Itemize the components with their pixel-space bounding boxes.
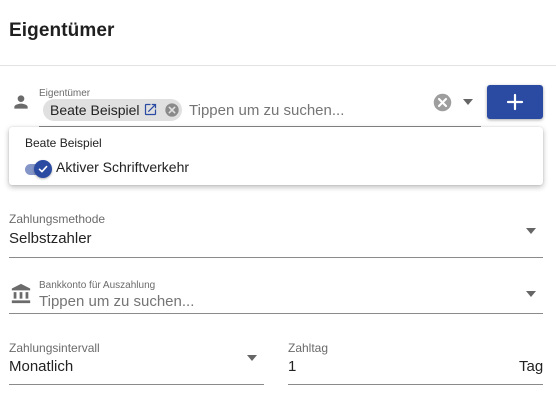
bank-account-label: Bankkonto für Auszahlung [39, 280, 156, 291]
payment-method-select[interactable]: Selbstzahler [9, 230, 92, 247]
owner-section: Eigentümer Eigentümer Beate Beispiel Bea… [0, 0, 556, 400]
owner-search-input[interactable] [189, 100, 419, 120]
add-owner-button[interactable] [487, 85, 543, 119]
payment-day-input[interactable]: 1 [288, 358, 296, 375]
payment-method-label: Zahlungsmethode [9, 212, 106, 226]
payment-interval-underline [9, 384, 264, 385]
payment-method-underline [9, 257, 543, 258]
dropdown-header: Beate Beispiel [25, 136, 102, 150]
page-title: Eigentümer [9, 20, 115, 41]
payment-day-suffix: Tag [519, 358, 544, 375]
payment-interval-label: Zahlungsintervall [9, 341, 100, 355]
dropdown-arrow-icon[interactable] [524, 289, 538, 299]
bank-account-search-input[interactable] [39, 291, 509, 311]
bank-icon [11, 283, 31, 304]
open-in-new-icon[interactable] [143, 102, 158, 117]
plus-icon [506, 93, 524, 111]
chip-remove-icon[interactable] [164, 102, 180, 118]
dropdown-arrow-icon[interactable] [524, 226, 538, 236]
divider [0, 65, 556, 66]
owner-dropdown-menu: Beate Beispiel Aktiver Schriftverkehr [9, 127, 543, 185]
payment-day-label: Zahltag [288, 341, 329, 355]
owner-chip[interactable]: Beate Beispiel [43, 99, 182, 121]
payment-interval-select[interactable]: Monatlich [9, 358, 73, 375]
toggle-knob[interactable] [34, 160, 52, 178]
person-icon [14, 95, 28, 109]
bank-account-underline [9, 313, 543, 314]
dropdown-arrow-icon[interactable] [245, 353, 259, 363]
clear-icon[interactable] [432, 92, 453, 113]
payment-day-underline [288, 384, 543, 385]
dropdown-arrow-icon[interactable] [461, 97, 475, 107]
owner-chip-label: Beate Beispiel [50, 102, 140, 118]
check-icon [38, 165, 48, 173]
active-correspondence-label[interactable]: Aktiver Schriftverkehr [56, 159, 189, 175]
owner-field-label: Eigentümer [39, 88, 91, 99]
